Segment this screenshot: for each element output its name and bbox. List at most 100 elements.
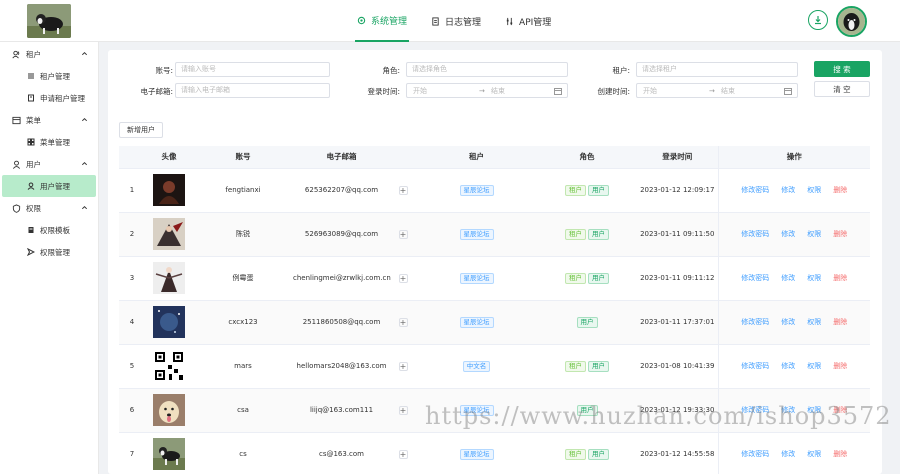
add-tenant-cell: + bbox=[390, 432, 416, 474]
avatar-image bbox=[153, 262, 185, 294]
edit-link[interactable]: 修改 bbox=[781, 230, 795, 238]
sidebar-item-menu-management[interactable]: 菜单管理 bbox=[2, 131, 96, 153]
download-button[interactable] bbox=[808, 10, 828, 30]
edit-link[interactable]: 修改 bbox=[781, 362, 795, 370]
clear-button[interactable]: 清 空 bbox=[814, 81, 870, 97]
sliders-icon bbox=[506, 17, 513, 25]
tenant-select[interactable]: 请选择租户 bbox=[636, 62, 798, 77]
edit-link[interactable]: 修改 bbox=[781, 450, 795, 458]
range-end: 结束 bbox=[491, 87, 505, 95]
add-tenant-button[interactable]: + bbox=[398, 361, 408, 371]
delete-link[interactable]: 删除 bbox=[833, 230, 847, 238]
add-tenant-button[interactable]: + bbox=[398, 449, 408, 459]
delete-link[interactable]: 删除 bbox=[833, 362, 847, 370]
avatar-image bbox=[153, 350, 185, 382]
actions-cell: 修改密码 修改 权限 删除 bbox=[717, 168, 870, 213]
avatar-cell bbox=[145, 300, 193, 345]
range-end: 结束 bbox=[721, 87, 735, 95]
add-tenant-button[interactable]: + bbox=[398, 185, 408, 195]
add-tenant-button[interactable]: + bbox=[398, 317, 408, 327]
change-password-link[interactable]: 修改密码 bbox=[741, 274, 769, 282]
create-time-label: 创建时间: bbox=[597, 87, 630, 96]
edit-link[interactable]: 修改 bbox=[781, 186, 795, 194]
logo[interactable] bbox=[27, 4, 71, 38]
account-label: 账号: bbox=[155, 66, 173, 75]
permission-link[interactable]: 权限 bbox=[807, 274, 821, 282]
login-time-cell: 2023-01-12 12:09:17 bbox=[637, 168, 718, 213]
nav-system-management[interactable]: 系统管理 bbox=[355, 0, 410, 42]
sidebar-item-user-management[interactable]: 用户管理 bbox=[2, 175, 96, 197]
avatar-image bbox=[153, 394, 185, 426]
role-select[interactable]: 请选择角色 bbox=[406, 62, 568, 77]
permission-link[interactable]: 权限 bbox=[807, 450, 821, 458]
add-tenant-button[interactable]: + bbox=[398, 273, 408, 283]
column-header-actions: 操作 bbox=[717, 146, 870, 169]
sidebar-item-label: 权限模板 bbox=[40, 225, 70, 235]
login-time-label: 登录时间: bbox=[367, 87, 400, 96]
change-password-link[interactable]: 修改密码 bbox=[741, 450, 769, 458]
change-password-link[interactable]: 修改密码 bbox=[741, 318, 769, 326]
delete-link[interactable]: 删除 bbox=[833, 318, 847, 326]
permission-link[interactable]: 权限 bbox=[807, 186, 821, 194]
add-user-button[interactable]: 新增用户 bbox=[119, 122, 163, 138]
top-nav: 系统管理 日志管理 API管理 bbox=[355, 0, 553, 42]
delete-link[interactable]: 删除 bbox=[833, 186, 847, 194]
sidebar: 租户 租户管理 申请租户管理 菜单 菜单管理 用户 用户管理 权限 权限模板 权… bbox=[0, 42, 99, 474]
sidebar-group-label: 菜单 bbox=[26, 115, 41, 125]
delete-link[interactable]: 删除 bbox=[833, 450, 847, 458]
sidebar-item-tenant-management[interactable]: 租户管理 bbox=[2, 65, 96, 87]
nav-log-management[interactable]: 日志管理 bbox=[429, 0, 483, 42]
role-tag: 用户 bbox=[588, 184, 609, 196]
tenant-tag: 星辰论坛 bbox=[459, 228, 494, 240]
add-tenant-cell: + bbox=[390, 168, 416, 213]
sidebar-item-label: 申请租户管理 bbox=[40, 93, 85, 103]
permission-link[interactable]: 权限 bbox=[807, 362, 821, 370]
add-tenant-button[interactable]: + bbox=[398, 405, 408, 415]
tenant-cell: 中文名 bbox=[416, 344, 537, 389]
sidebar-item-permission-template[interactable]: 权限模板 bbox=[2, 219, 96, 241]
download-icon bbox=[815, 16, 821, 25]
change-password-link[interactable]: 修改密码 bbox=[741, 186, 769, 194]
create-time-range[interactable]: 开始 → 结束 bbox=[636, 83, 798, 98]
template-icon bbox=[28, 227, 34, 233]
nav-api-management[interactable]: API管理 bbox=[503, 0, 553, 42]
delete-link[interactable]: 删除 bbox=[833, 274, 847, 282]
permission-link[interactable]: 权限 bbox=[807, 230, 821, 238]
role-cell: 租户 用户 bbox=[537, 344, 637, 389]
change-password-link[interactable]: 修改密码 bbox=[741, 230, 769, 238]
add-tenant-cell: + bbox=[390, 344, 416, 389]
sidebar-group-permission[interactable]: 权限 bbox=[0, 197, 98, 219]
permission-link[interactable]: 权限 bbox=[807, 318, 821, 326]
column-header-account: 账号 bbox=[193, 146, 293, 169]
user-avatar[interactable] bbox=[836, 6, 867, 37]
search-button[interactable]: 搜 索 bbox=[814, 61, 870, 77]
role-cell: 租户 用户 bbox=[537, 168, 637, 213]
actions-cell: 修改密码 修改 权限 删除 bbox=[717, 344, 870, 389]
add-tenant-button[interactable]: + bbox=[398, 229, 408, 239]
role-tag: 用户 bbox=[588, 272, 609, 284]
login-time-range[interactable]: 开始 → 结束 bbox=[406, 83, 568, 98]
sidebar-group-tenant[interactable]: 租户 bbox=[0, 43, 98, 65]
tenant-cell: 星辰论坛 bbox=[416, 300, 537, 345]
email-cell: 526963089@qq.com bbox=[293, 212, 390, 257]
account-cell: csa bbox=[193, 388, 293, 433]
column-header-login-time: 登录时间 bbox=[637, 146, 718, 169]
change-password-link[interactable]: 修改密码 bbox=[741, 362, 769, 370]
user-icon bbox=[27, 182, 35, 190]
avatar-cell bbox=[145, 256, 193, 301]
sidebar-item-permission-management[interactable]: 权限管理 bbox=[2, 241, 96, 263]
tenant-tag: 星辰论坛 bbox=[459, 448, 494, 460]
menu-icon bbox=[12, 116, 21, 124]
account-input[interactable]: 请输入账号 bbox=[175, 62, 330, 77]
avatar-cell bbox=[145, 388, 193, 433]
apply-icon bbox=[28, 94, 34, 102]
sidebar-group-user[interactable]: 用户 bbox=[0, 153, 98, 175]
sidebar-group-menu[interactable]: 菜单 bbox=[0, 109, 98, 131]
table-header-row: 头像 账号 电子邮箱 租户 角色 登录时间 操作 bbox=[119, 146, 870, 169]
edit-link[interactable]: 修改 bbox=[781, 274, 795, 282]
edit-link[interactable]: 修改 bbox=[781, 318, 795, 326]
sidebar-item-apply-tenant-management[interactable]: 申请租户管理 bbox=[2, 87, 96, 109]
email-input[interactable]: 请输入电子邮箱 bbox=[175, 83, 330, 98]
account-cell: 例霉蛋 bbox=[193, 256, 293, 301]
actions-cell: 修改密码 修改 权限 删除 bbox=[717, 256, 870, 301]
